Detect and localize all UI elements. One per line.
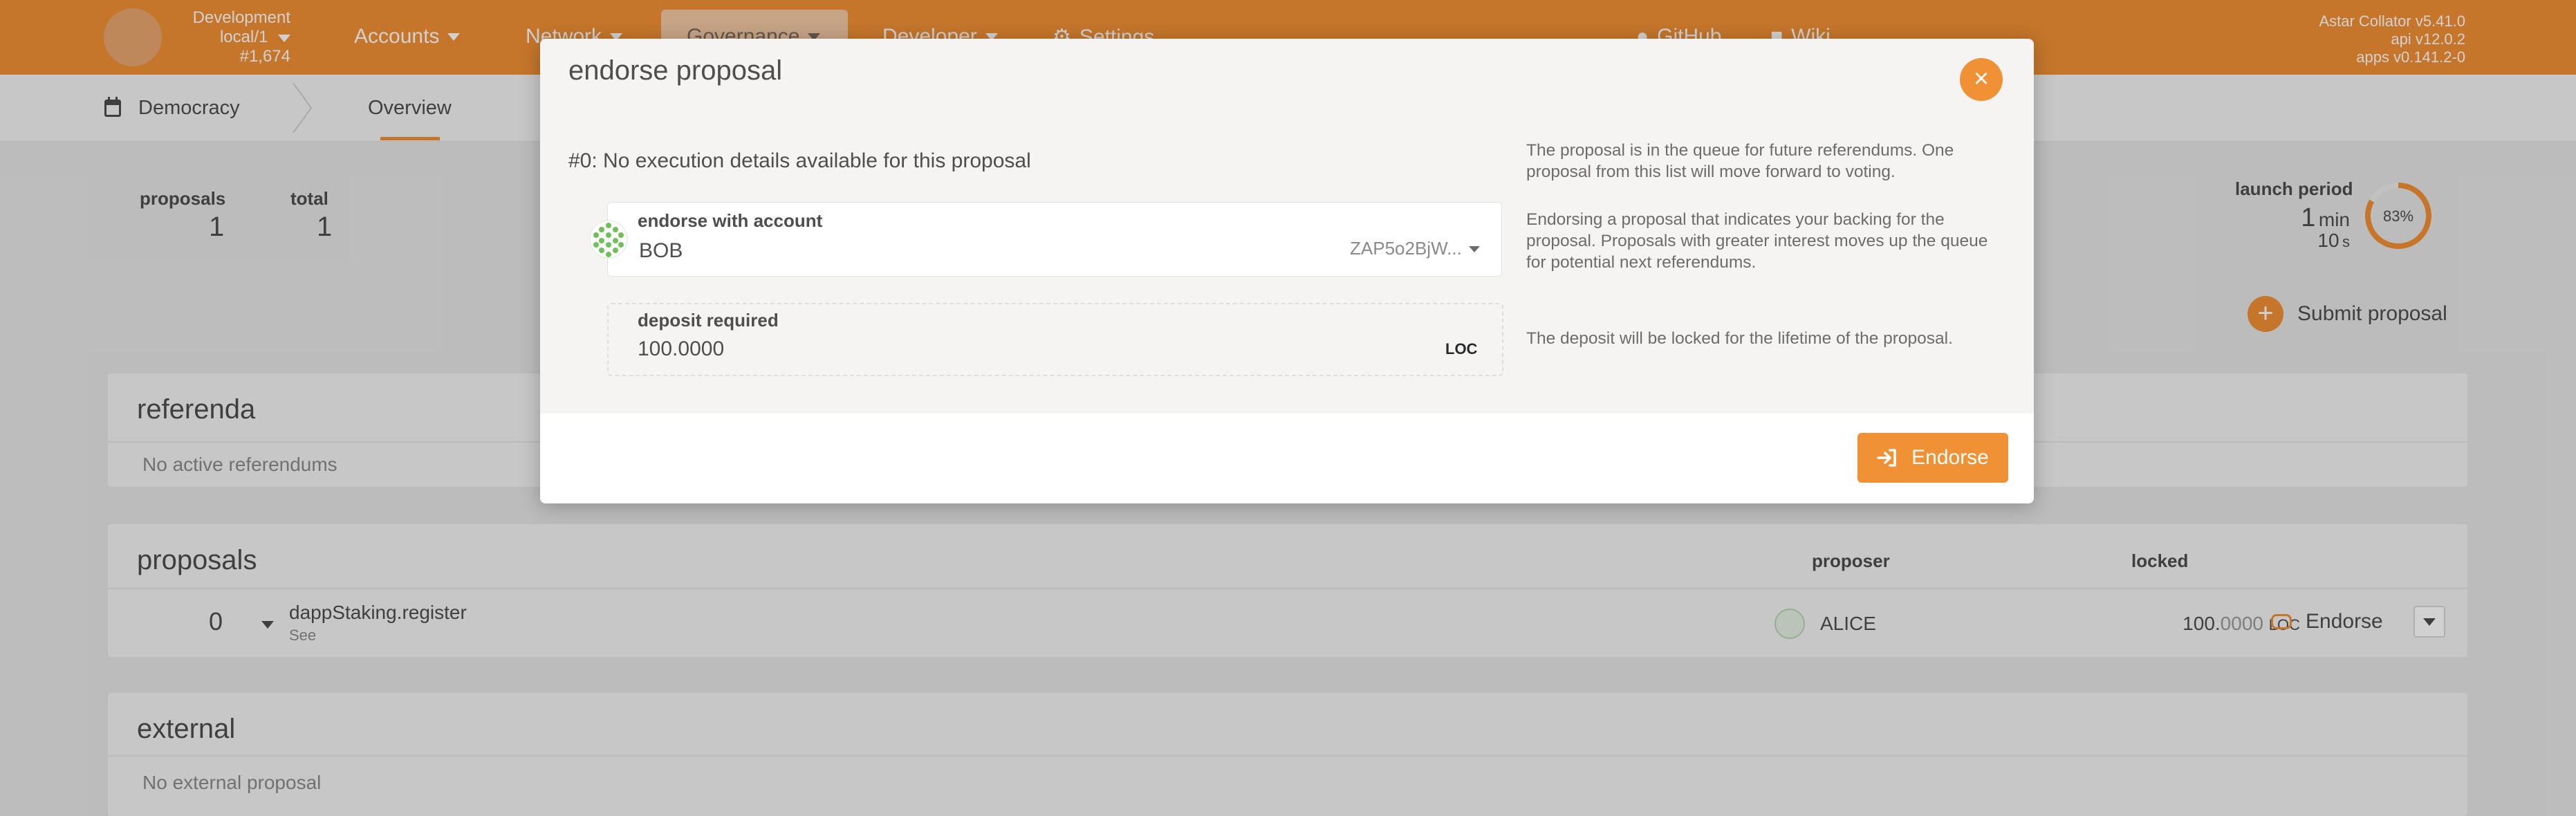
- modal-actions-bar: [540, 414, 2034, 503]
- help-text-deposit: The deposit will be locked for the lifet…: [1526, 329, 1953, 348]
- account-field-label: endorse with account: [638, 210, 823, 231]
- deposit-field-value: 100.0000: [638, 337, 725, 360]
- deposit-field-label: deposit required: [638, 310, 779, 331]
- help-text-endorse: Endorsing a proposal that indicates your…: [1526, 210, 1988, 272]
- account-field-value: BOB: [639, 239, 683, 262]
- account-identicon: [589, 220, 628, 259]
- deposit-unit: LOC: [1445, 340, 1478, 358]
- chevron-down-icon[interactable]: [1469, 246, 1480, 252]
- sign-in-icon: [1877, 449, 1896, 467]
- modal-title: endorse proposal: [568, 55, 783, 86]
- close-button[interactable]: ×: [1960, 58, 2003, 101]
- endorse-button-label: Endorse: [1911, 446, 1989, 469]
- proposal-detail: #0: No execution details available for t…: [568, 149, 1031, 172]
- endorse-button[interactable]: Endorse: [1857, 433, 2008, 483]
- help-text-queue: The proposal is in the queue for future …: [1526, 141, 1954, 181]
- account-address: ZAP5o2BjW...: [1350, 238, 1462, 259]
